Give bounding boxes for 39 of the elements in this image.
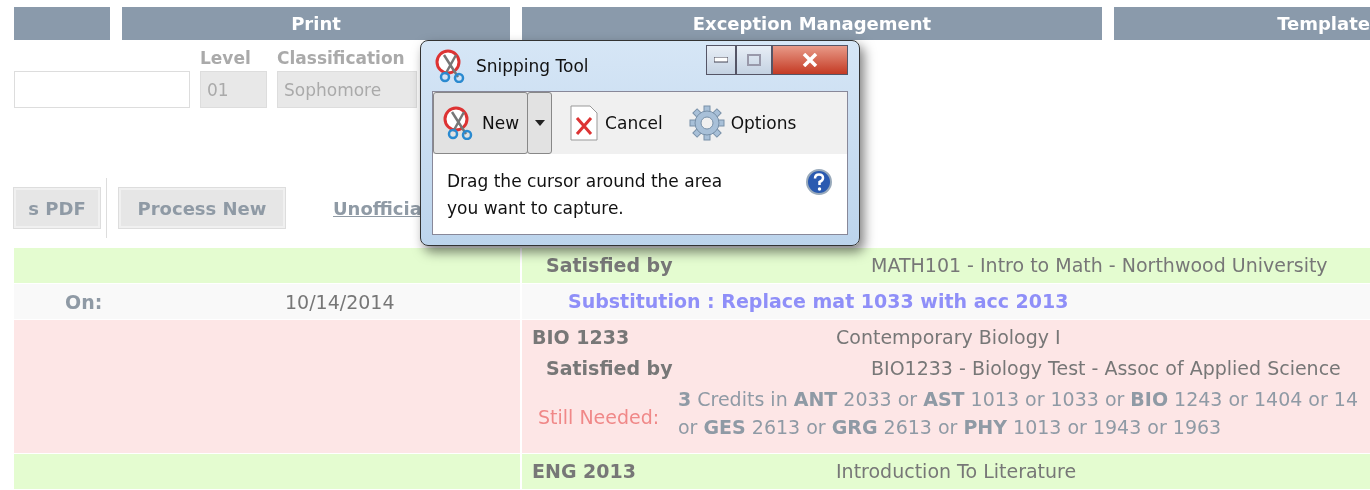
unofficial-link[interactable]: Unofficia [333, 197, 422, 219]
requirement-text: or GES 2613 or GRG 2613 or PHY 1013 or 1943 or 1963 [678, 416, 1223, 438]
date-value: 10/14/2014 [285, 290, 395, 313]
satisfied-label: Satisfied by [546, 357, 674, 379]
course-title: Introduction To Literature [836, 460, 1077, 482]
tab[interactable]: Print [122, 7, 510, 40]
satisfied-label: Satisfied by [546, 254, 674, 276]
close-button[interactable] [772, 45, 848, 75]
instruction-text: Drag the cursor around the area you want to capture. [447, 170, 724, 220]
close-icon [802, 53, 818, 67]
minimize-icon [714, 57, 728, 63]
tab[interactable]: Exception Management [522, 7, 1102, 40]
options-button[interactable]: Options [679, 92, 806, 154]
requirement-text: 3 Credits in ANT 2033 or AST 1013 or 1033 or BIO 1243 or 1404 or 14 [678, 388, 1359, 410]
process-button[interactable]: Process New [119, 188, 285, 228]
tab[interactable]: Template [1114, 7, 1370, 40]
cancel-icon [569, 105, 600, 141]
still-needed-label: Still Needed: [538, 406, 661, 428]
pdf-button[interactable]: s PDF [14, 188, 100, 228]
gear-icon [688, 105, 725, 141]
input-field[interactable] [14, 71, 190, 108]
field-label: Level [200, 48, 252, 68]
course-title: Contemporary Biology I [836, 326, 1061, 348]
cancel-button[interactable]: Cancel [560, 92, 672, 154]
help-icon[interactable] [805, 168, 833, 196]
course-code: BIO 1233 [532, 326, 631, 348]
minimize-button[interactable] [706, 45, 736, 75]
field-label: Classification [277, 48, 406, 68]
satisfied-course: BIO1233 - Biology Test - Assoc of Applied Science [871, 357, 1341, 379]
course-code: ENG 2013 [532, 460, 637, 482]
date-label: On: [65, 290, 104, 313]
window-title: Snipping Tool [476, 56, 590, 76]
maximize-icon [747, 54, 761, 66]
substitution-note: Substitution : Replace mat 1033 with acc 2013 [568, 290, 1069, 312]
maximize-button[interactable] [736, 45, 772, 75]
dropdown-button[interactable] [527, 92, 553, 154]
satisfied-course: MATH101 - Intro to Math - Northwood University [871, 254, 1328, 276]
caret-icon [534, 120, 545, 126]
new-button[interactable]: New [433, 92, 529, 154]
